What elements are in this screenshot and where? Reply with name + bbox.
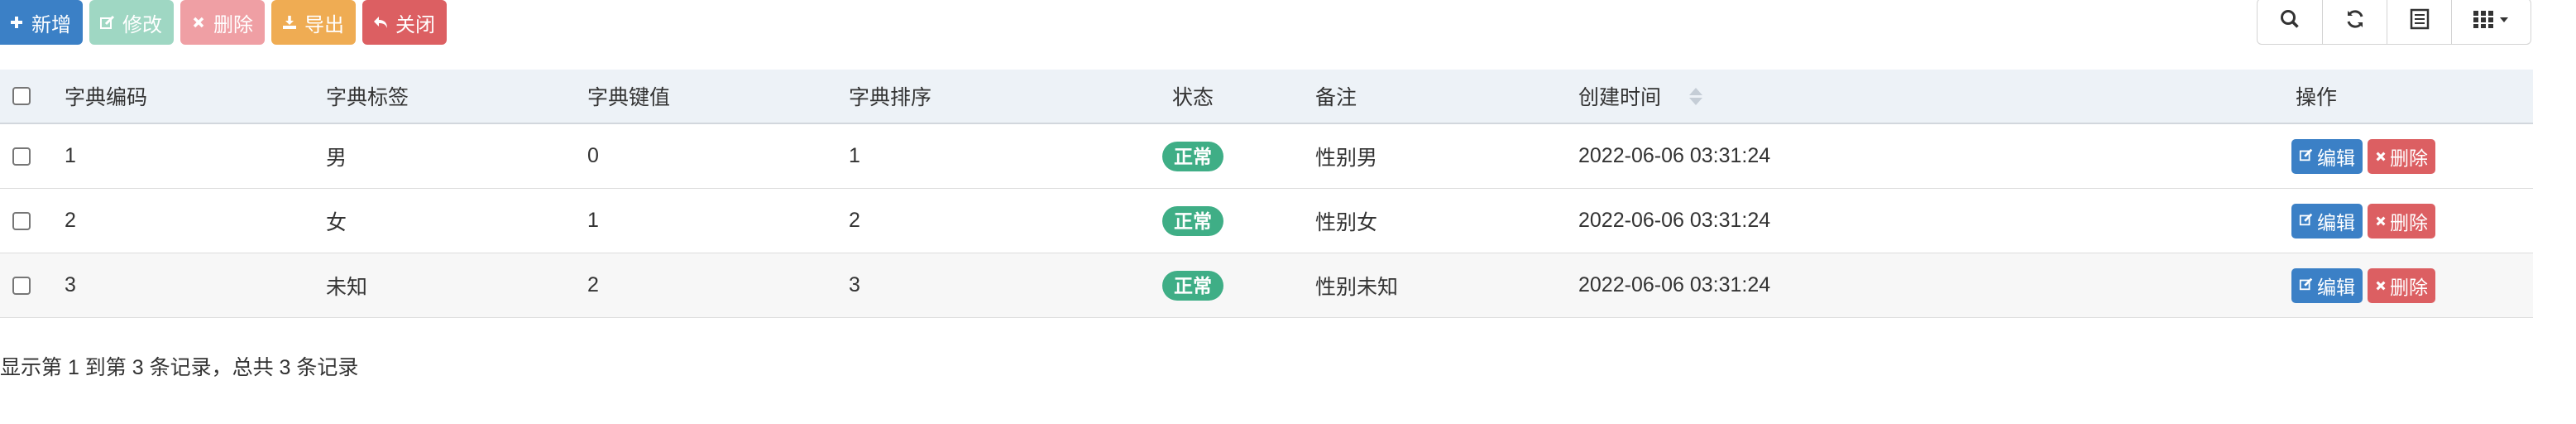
delete-button-label: 删除 [213, 13, 253, 36]
row-edit-button[interactable]: 编辑 [2291, 203, 2363, 238]
row-checkbox-cell [12, 124, 31, 188]
close-button-label: 关闭 [395, 13, 435, 36]
header-created-label: 创建时间 [1578, 86, 1662, 109]
toolbar: 新增 修改 删除 导出 关闭 [0, 0, 447, 45]
table-row: 3 未知 2 3 正常 性别未知 2022-06-06 03:31:24 编辑 … [0, 253, 2533, 318]
refresh-button[interactable] [2322, 0, 2387, 44]
table-header: 字典编码 字典标签 字典键值 字典排序 状态 备注 创建时间 操作 [0, 70, 2533, 124]
list-icon [2410, 8, 2430, 36]
header-value[interactable]: 字典键值 [587, 70, 670, 123]
add-button-label: 新增 [31, 13, 71, 36]
pagination-summary: 显示第 1 到第 3 条记录，总共 3 条记录 [0, 356, 359, 379]
cell-label: 未知 [326, 275, 368, 299]
row-checkbox[interactable] [12, 211, 31, 230]
cell-created: 2022-06-06 03:31:24 [1578, 144, 1771, 167]
edit-icon [99, 14, 116, 31]
cell-label: 女 [326, 210, 347, 234]
export-button-label: 导出 [304, 13, 344, 36]
refresh-icon [2344, 8, 2366, 36]
header-code[interactable]: 字典编码 [65, 70, 147, 123]
table-row: 2 女 1 2 正常 性别女 2022-06-06 03:31:24 编辑 删除 [0, 189, 2533, 253]
header-sort[interactable]: 字典排序 [849, 70, 931, 123]
cell-remark: 性别女 [1315, 210, 1378, 234]
row-checkbox[interactable] [12, 276, 31, 295]
cell-remark: 性别男 [1315, 146, 1378, 170]
reply-icon [372, 14, 389, 31]
cell-value: 1 [587, 209, 599, 232]
cell-status: 正常 [1142, 253, 1244, 317]
grid-icon [2473, 9, 2511, 35]
row-checkbox-cell [12, 189, 31, 253]
row-delete-label: 删除 [2390, 276, 2428, 298]
row-edit-button[interactable]: 编辑 [2291, 267, 2363, 303]
times-icon [190, 14, 207, 31]
close-button[interactable]: 关闭 [362, 0, 447, 45]
download-icon [281, 14, 298, 31]
row-delete-label: 删除 [2390, 211, 2428, 234]
status-badge: 正常 [1162, 270, 1223, 301]
cell-status: 正常 [1142, 124, 1244, 188]
row-edit-label: 编辑 [2317, 211, 2355, 234]
select-all-checkbox-cell [12, 70, 31, 123]
times-icon [2375, 274, 2387, 296]
delete-button[interactable]: 删除 [180, 0, 265, 45]
search-toggle-button[interactable] [2258, 0, 2322, 44]
add-button[interactable]: 新增 [0, 0, 83, 45]
select-all-checkbox[interactable] [12, 87, 31, 105]
toggle-view-button[interactable] [2387, 0, 2451, 44]
header-status[interactable]: 状态 [1142, 70, 1244, 123]
sort-icon [1689, 87, 1703, 105]
edit-icon [2299, 145, 2314, 167]
edit-button-label: 修改 [122, 13, 162, 36]
cell-status: 正常 [1142, 189, 1244, 253]
columns-dropdown-button[interactable] [2451, 0, 2531, 44]
cell-code: 3 [65, 273, 76, 296]
cell-value: 2 [587, 273, 599, 296]
cell-code: 2 [65, 209, 76, 232]
table-row: 1 男 0 1 正常 性别男 2022-06-06 03:31:24 编辑 删除 [0, 124, 2533, 189]
cell-sort: 1 [849, 144, 860, 167]
plus-icon [8, 14, 25, 31]
row-edit-label: 编辑 [2317, 147, 2355, 169]
cell-ops: 编辑 删除 [2243, 253, 2483, 317]
cell-remark: 性别未知 [1315, 275, 1399, 299]
row-edit-label: 编辑 [2317, 276, 2355, 298]
cell-code: 1 [65, 144, 76, 167]
header-ops: 操作 [2295, 86, 2337, 109]
cell-ops: 编辑 删除 [2243, 189, 2483, 253]
row-delete-label: 删除 [2390, 147, 2428, 169]
dict-data-table: 字典编码 字典标签 字典键值 字典排序 状态 备注 创建时间 操作 1 男 0 … [0, 70, 2533, 318]
edit-icon [2299, 274, 2314, 296]
times-icon [2375, 210, 2387, 232]
cell-label: 男 [326, 146, 347, 170]
row-checkbox[interactable] [12, 147, 31, 166]
row-checkbox-cell [12, 253, 31, 317]
edit-icon [2299, 210, 2314, 232]
row-edit-button[interactable]: 编辑 [2291, 138, 2363, 174]
header-label[interactable]: 字典标签 [326, 70, 409, 123]
cell-created: 2022-06-06 03:31:24 [1578, 209, 1771, 232]
cell-sort: 2 [849, 209, 860, 232]
cell-created: 2022-06-06 03:31:24 [1578, 273, 1771, 296]
status-badge: 正常 [1162, 205, 1223, 236]
export-button[interactable]: 导出 [271, 0, 356, 45]
cell-value: 0 [587, 144, 599, 167]
row-delete-button[interactable]: 删除 [2368, 203, 2435, 238]
header-remark[interactable]: 备注 [1315, 70, 1357, 123]
row-delete-button[interactable]: 删除 [2368, 267, 2435, 303]
search-icon [2279, 8, 2301, 36]
status-badge: 正常 [1162, 141, 1223, 171]
times-icon [2375, 145, 2387, 167]
edit-button[interactable]: 修改 [89, 0, 174, 45]
row-delete-button[interactable]: 删除 [2368, 138, 2435, 174]
header-created[interactable]: 创建时间 [1578, 70, 1703, 123]
cell-sort: 3 [849, 273, 860, 296]
table-tools [2257, 0, 2531, 45]
cell-ops: 编辑 删除 [2243, 124, 2483, 188]
